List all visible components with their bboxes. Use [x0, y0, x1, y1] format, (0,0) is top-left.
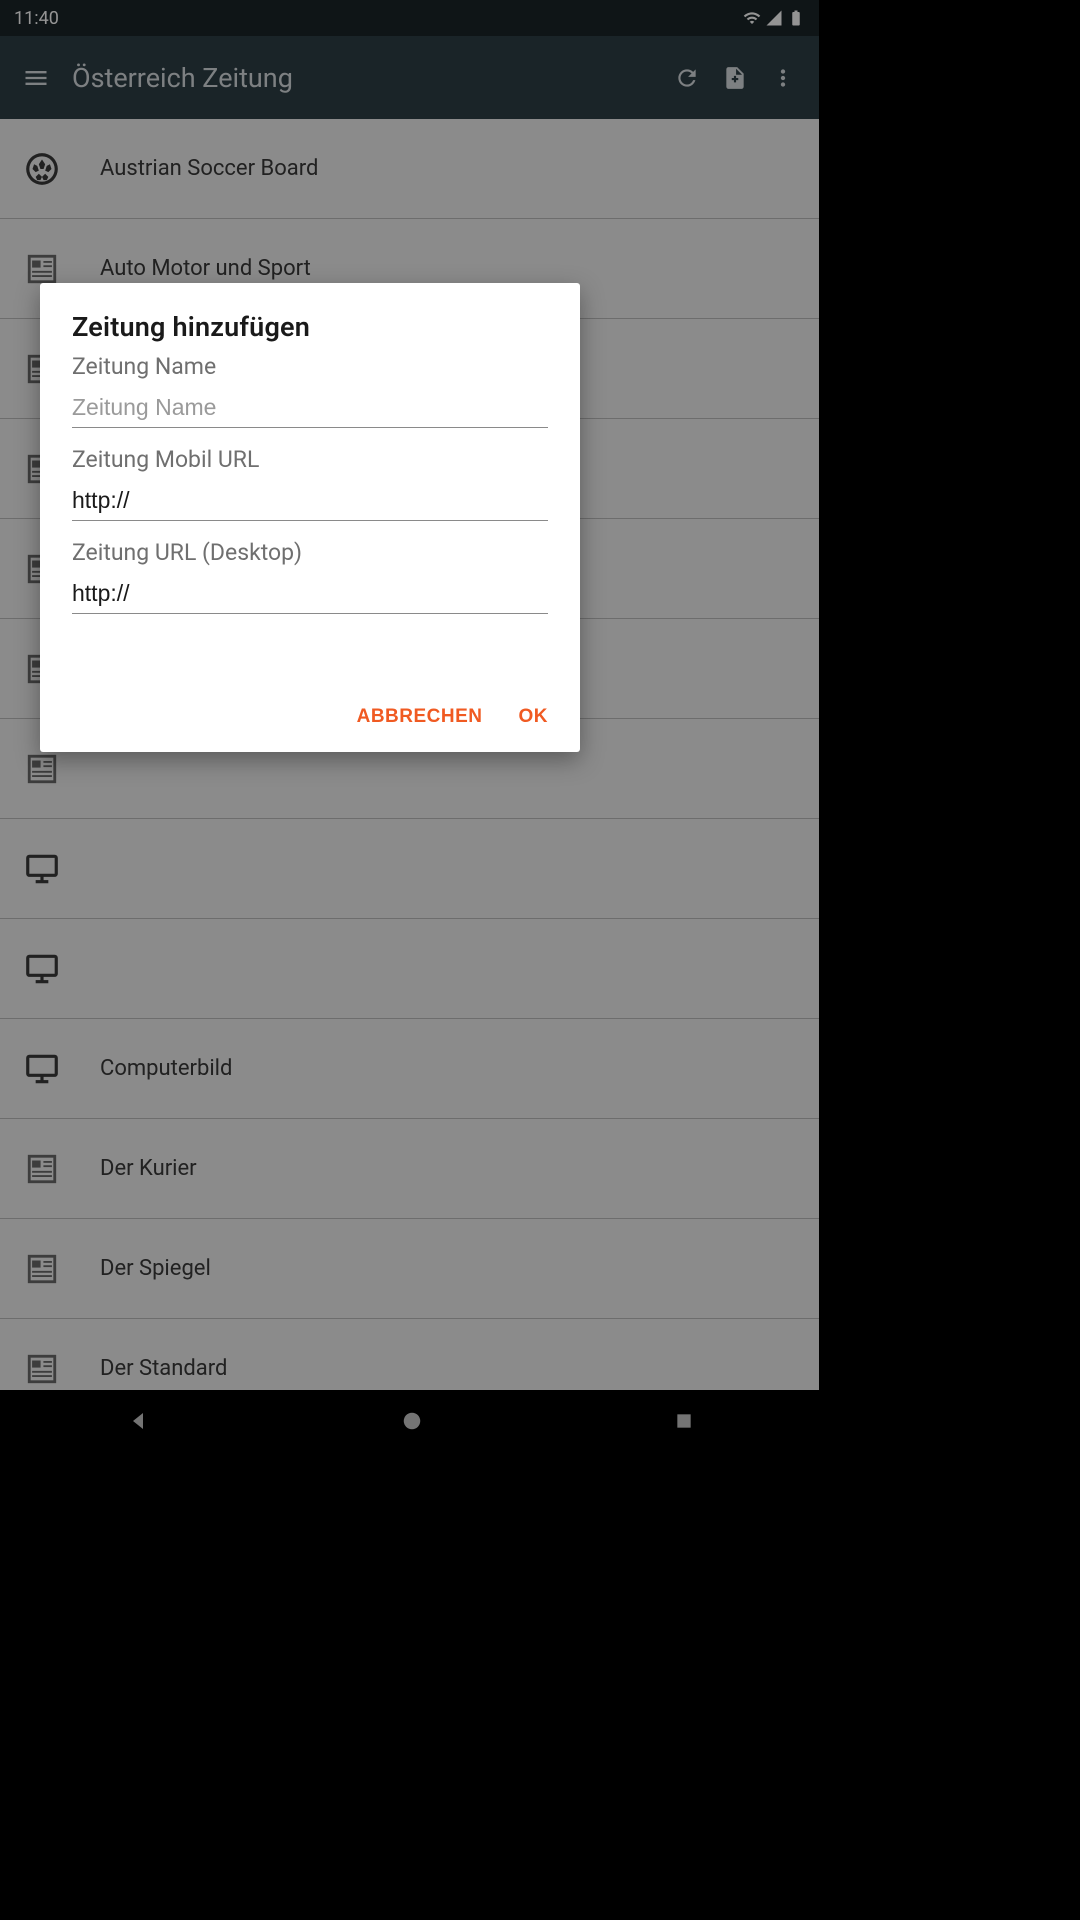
dialog-actions: ABBRECHEN OK: [40, 654, 580, 752]
dialog-title: Zeitung hinzufügen: [72, 311, 548, 343]
desktop-url-field[interactable]: [72, 566, 548, 614]
mobile-url-field[interactable]: [72, 473, 548, 521]
desktop-url-label: Zeitung URL (Desktop): [72, 539, 548, 566]
name-label: Zeitung Name: [72, 353, 548, 380]
name-field[interactable]: [72, 380, 548, 428]
cancel-button[interactable]: ABBRECHEN: [357, 706, 483, 728]
add-newspaper-dialog: Zeitung hinzufügen Zeitung Name Zeitung …: [40, 283, 580, 752]
ok-button[interactable]: OK: [519, 706, 549, 728]
mobile-url-label: Zeitung Mobil URL: [72, 446, 548, 473]
